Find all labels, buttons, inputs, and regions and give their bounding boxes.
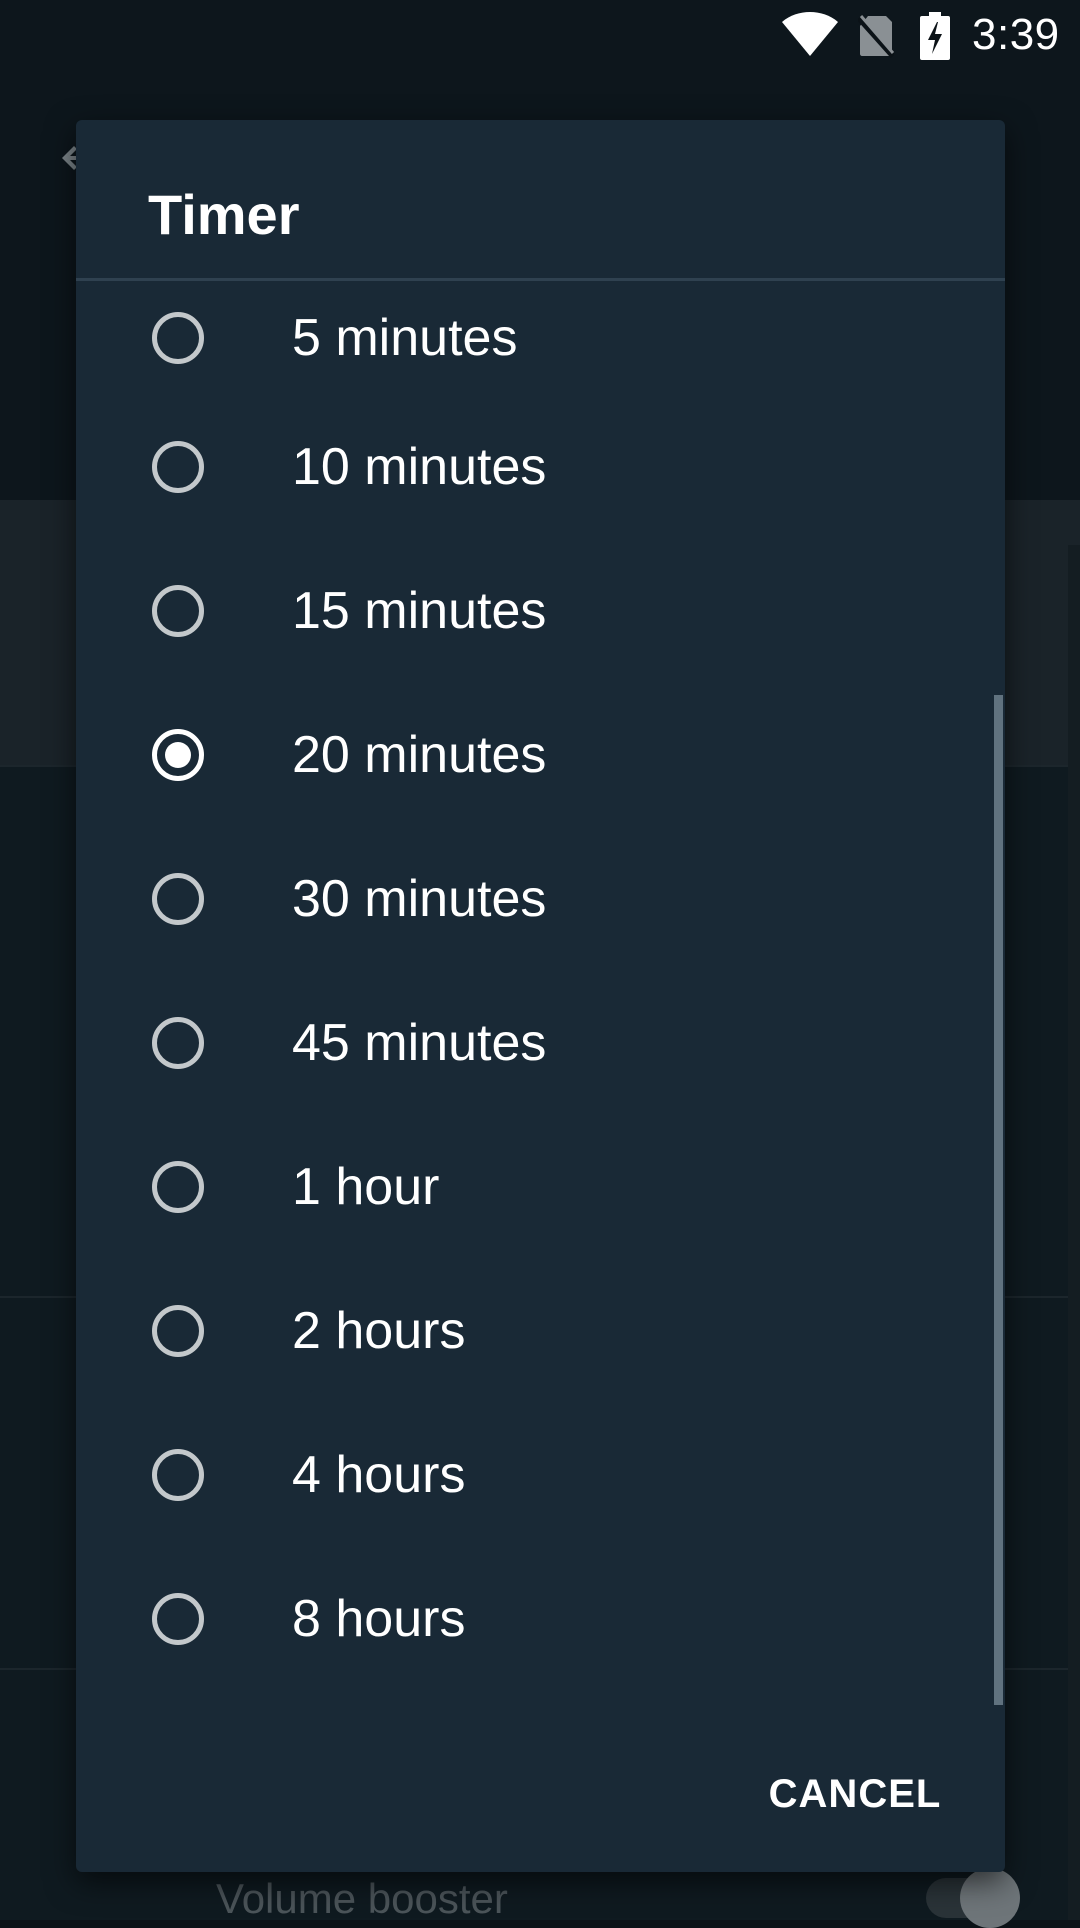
radio-button-icon[interactable]	[152, 873, 204, 925]
option-label: 20 minutes	[292, 726, 547, 784]
radio-button-icon[interactable]	[152, 1305, 204, 1357]
option-label: 8 hours	[292, 1590, 466, 1648]
timer-option-5-minutes[interactable]: 5 minutes	[76, 281, 1005, 395]
battery-charging-icon	[920, 12, 950, 60]
timer-option-45-minutes[interactable]: 45 minutes	[76, 971, 1005, 1115]
no-sim-icon	[858, 15, 894, 58]
timer-option-30-minutes[interactable]: 30 minutes	[76, 827, 1005, 971]
timer-option-1-hour[interactable]: 1 hour	[76, 1115, 1005, 1259]
timer-option-15-minutes[interactable]: 15 minutes	[76, 539, 1005, 683]
timer-option-8-hours[interactable]: 8 hours	[76, 1547, 1005, 1691]
radio-button-icon[interactable]	[152, 1593, 204, 1645]
option-label: 4 hours	[292, 1446, 466, 1504]
timer-options-list: 5 minutes 10 minutes 15 minutes 20 minut…	[76, 281, 1005, 1821]
cancel-button[interactable]: CANCEL	[750, 1752, 960, 1836]
option-label: 10 minutes	[292, 438, 547, 496]
option-label: 15 minutes	[292, 582, 547, 640]
volume-booster-label: Volume booster	[216, 1875, 508, 1922]
option-label: 45 minutes	[292, 1014, 547, 1072]
dialog-title: Timer	[148, 183, 300, 246]
radio-button-icon[interactable]	[152, 1449, 204, 1501]
radio-button-icon[interactable]	[152, 729, 204, 781]
wifi-icon	[782, 12, 838, 56]
timer-option-20-minutes[interactable]: 20 minutes	[76, 683, 1005, 827]
timer-dialog: Timer 5 minutes 10 minutes 15 minutes 20…	[76, 120, 1005, 1872]
radio-button-icon[interactable]	[152, 312, 204, 364]
background-rail	[1068, 545, 1080, 1920]
timer-option-4-hours[interactable]: 4 hours	[76, 1403, 1005, 1547]
dialog-scrollbar[interactable]	[994, 695, 1003, 1705]
status-time: 3:39	[972, 10, 1060, 59]
radio-button-icon[interactable]	[152, 585, 204, 637]
volume-booster-toggle-thumb	[960, 1868, 1020, 1928]
radio-button-icon[interactable]	[152, 1161, 204, 1213]
option-label: 5 minutes	[292, 309, 518, 367]
option-label: 1 hour	[292, 1158, 440, 1216]
timer-option-2-hours[interactable]: 2 hours	[76, 1259, 1005, 1403]
status-bar: 3:39	[0, 0, 1080, 72]
timer-option-10-minutes[interactable]: 10 minutes	[76, 395, 1005, 539]
radio-button-icon[interactable]	[152, 441, 204, 493]
radio-button-icon[interactable]	[152, 1017, 204, 1069]
option-label: 30 minutes	[292, 870, 547, 928]
option-label: 2 hours	[292, 1302, 466, 1360]
